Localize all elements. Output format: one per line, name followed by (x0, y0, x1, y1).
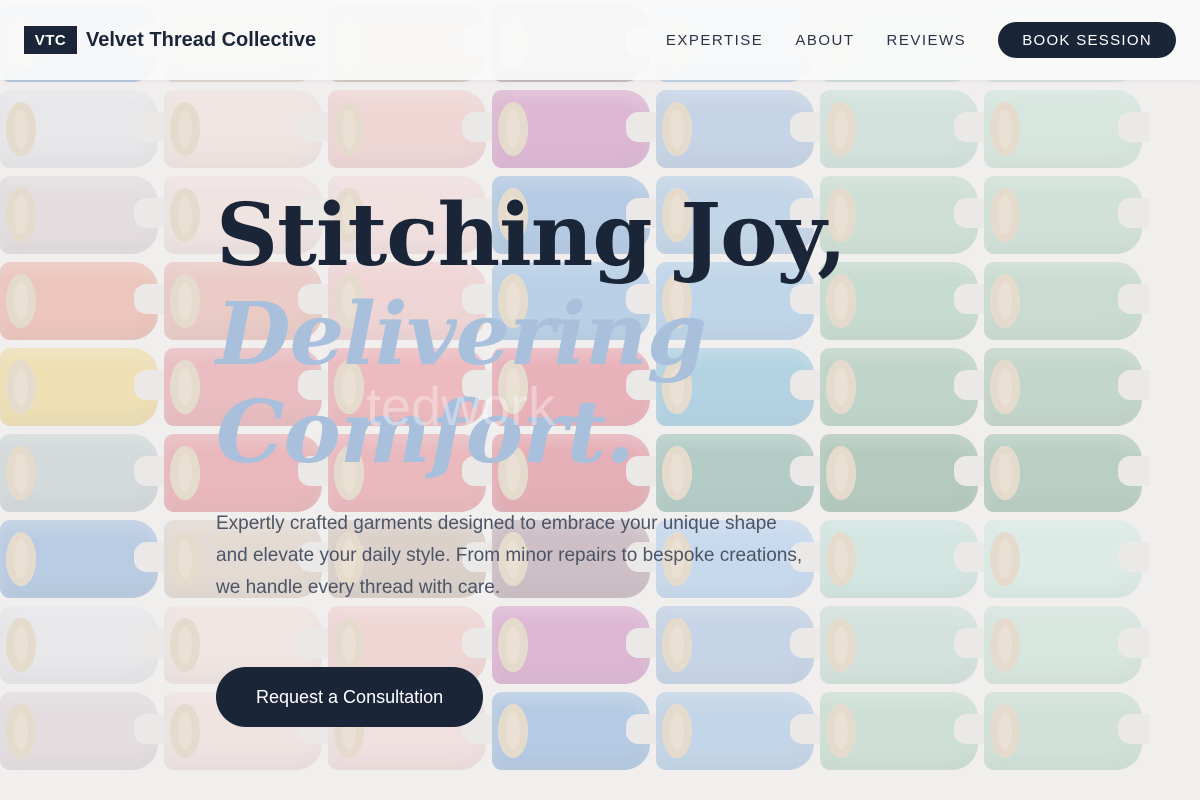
hero-headline-accent: Delivering Comfort. (216, 284, 707, 483)
nav-link-about[interactable]: ABOUT (795, 32, 854, 49)
nav-link-expertise[interactable]: EXPERTISE (666, 32, 763, 49)
brand-name[interactable]: Velvet Thread Collective (86, 29, 316, 52)
main-nav: EXPERTISE ABOUT REVIEWS BOOK SESSION (634, 22, 1176, 58)
request-consultation-button[interactable]: Request a Consultation (216, 667, 484, 727)
hero-section: tedwork Stitching Joy, Delivering Comfor… (216, 186, 856, 727)
hero-headline: Stitching Joy, (216, 185, 847, 286)
page: VTC Velvet Thread Collective EXPERTISE A… (0, 0, 1200, 800)
hero-description: Expertly crafted garments designed to em… (216, 513, 803, 598)
site-header: VTC Velvet Thread Collective EXPERTISE A… (0, 0, 1200, 80)
nav-link-reviews[interactable]: REVIEWS (887, 32, 967, 49)
book-session-button[interactable]: BOOK SESSION (998, 22, 1176, 58)
logo-badge[interactable]: VTC (24, 26, 77, 54)
